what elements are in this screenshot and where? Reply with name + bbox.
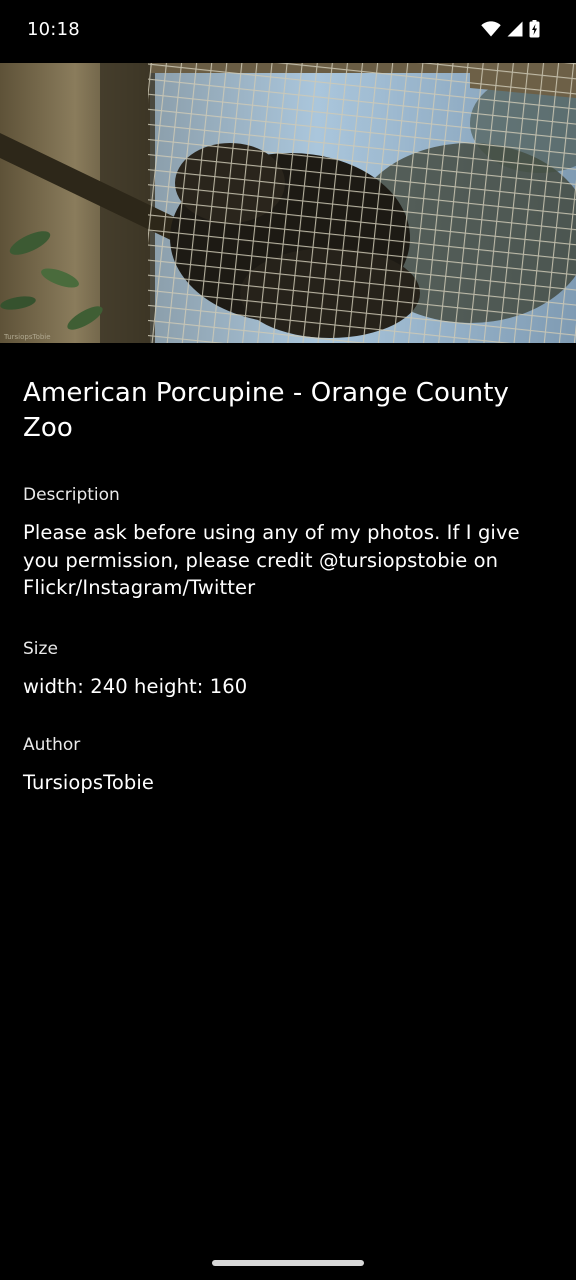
author-section: Author TursiopsTobie (23, 734, 553, 797)
size-value: width: 240 height: 160 (23, 674, 248, 698)
battery-charging-icon (529, 20, 540, 42)
photo-watermark: TursiopsTobie (3, 333, 51, 341)
cellular-signal-icon (507, 21, 523, 41)
size-label: Size (23, 638, 58, 659)
photo-title: American Porcupine - Orange County Zoo (23, 378, 509, 443)
author-label: Author (23, 735, 81, 755)
status-bar: 10:18 (0, 0, 576, 63)
description-label: Description (23, 485, 120, 505)
description-section: Description Please ask before using any … (23, 484, 553, 602)
description-text: Please ask before using any of my photos… (23, 521, 520, 599)
gesture-nav-handle[interactable] (212, 1260, 364, 1266)
wifi-icon (481, 21, 501, 41)
status-time: 10:18 (27, 19, 80, 40)
porcupine-photo: TursiopsTobie (0, 63, 576, 343)
size-section: Size width: 240 height: 160 (23, 638, 553, 701)
status-icons (481, 20, 540, 42)
author-name: TursiopsTobie (23, 771, 154, 794)
photo-details: American Porcupine - Orange County Zoo D… (23, 376, 553, 797)
